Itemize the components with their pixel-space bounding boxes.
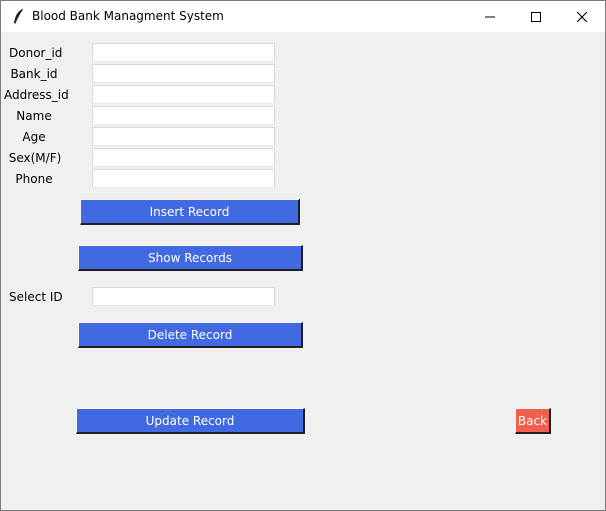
show-records-button[interactable]: Show Records: [78, 245, 303, 271]
phone-input[interactable]: [92, 169, 275, 188]
close-icon: [577, 11, 587, 22]
address-id-input[interactable]: [92, 85, 275, 104]
bank-id-label: Bank_id: [10, 67, 58, 81]
phone-label: Phone: [15, 172, 53, 186]
name-input[interactable]: [92, 106, 275, 125]
maximize-icon: [531, 11, 541, 22]
title-bar[interactable]: Blood Bank Managment System: [1, 1, 605, 32]
maximize-button[interactable]: [513, 1, 559, 32]
minimize-button[interactable]: [467, 1, 513, 32]
age-label: Age: [22, 130, 46, 144]
app-window: Blood Bank Managment System Donor_id Ban…: [0, 0, 606, 511]
name-label: Name: [16, 109, 52, 123]
feather-icon: [12, 8, 24, 25]
close-button[interactable]: [559, 1, 605, 32]
insert-record-button[interactable]: Insert Record: [80, 199, 300, 225]
update-record-button[interactable]: Update Record: [76, 408, 305, 434]
select-id-input[interactable]: [92, 287, 275, 306]
delete-record-button[interactable]: Delete Record: [78, 322, 303, 348]
donor-id-input[interactable]: [92, 43, 275, 62]
address-id-label: Address_id: [4, 88, 69, 102]
age-input[interactable]: [92, 127, 275, 146]
select-id-label: Select ID: [9, 290, 63, 304]
sex-input[interactable]: [92, 148, 275, 167]
back-button[interactable]: Back: [515, 408, 551, 434]
window-title: Blood Bank Managment System: [32, 9, 224, 23]
minimize-icon: [485, 16, 495, 17]
donor-id-label: Donor_id: [9, 46, 63, 60]
sex-label: Sex(M/F): [8, 151, 62, 165]
bank-id-input[interactable]: [92, 64, 275, 83]
